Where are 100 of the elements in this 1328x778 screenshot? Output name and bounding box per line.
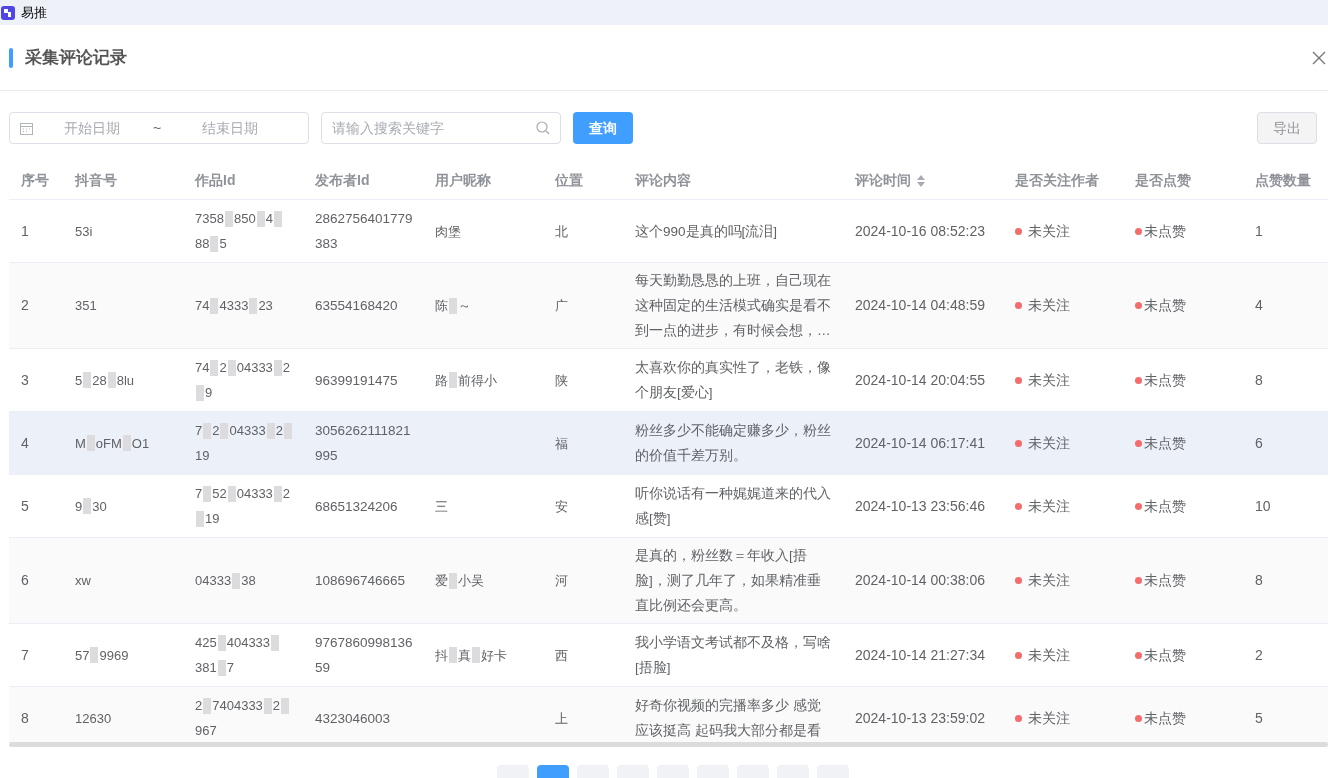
blur-mask — [122, 435, 131, 451]
cell-text: 425 — [195, 634, 217, 652]
table-row[interactable]: 4 M oFM O1 7 2 04333 2 19 3056262111821995 福 粉丝多少不能确定赚多少，粉丝的价值千差万别。 2024-10-14 06:17:41 未关注 未点赞 6 — [9, 412, 1328, 475]
cell-text: 5 — [75, 371, 83, 390]
cell-text: 2 — [275, 422, 283, 440]
blur-mask — [224, 210, 233, 227]
cell-text: 19 — [205, 510, 220, 528]
status-text: 未关注 — [1028, 645, 1070, 665]
column-header: 位置 — [555, 171, 583, 190]
status-text: 未关注 — [1028, 571, 1070, 590]
status-text: 未点赞 — [1144, 433, 1186, 453]
cell-text: 西 — [555, 646, 568, 665]
comment-text: 我小学语文考试都不及格，写啥[捂脸] — [635, 634, 831, 677]
blur-mask — [210, 235, 219, 252]
cell-text: 河 — [555, 572, 568, 590]
blur-mask — [449, 297, 457, 314]
cell-text: 28 — [92, 371, 107, 390]
blur-mask — [196, 384, 204, 401]
cell-text: 4333 — [219, 297, 249, 315]
search-icon — [536, 121, 550, 135]
cell-text: 9 — [205, 384, 213, 402]
table-cell: 5 — [1255, 709, 1263, 726]
table-cell: 2024-10-14 00:38:06 — [855, 572, 985, 588]
blur-mask — [266, 422, 275, 439]
date-range-field[interactable]: 开始日期 ~ 结束日期 — [9, 112, 309, 144]
close-icon[interactable] — [1312, 50, 1326, 65]
range-separator: ~ — [151, 118, 163, 138]
cell-text: 04333 — [229, 422, 266, 440]
blur-mask — [273, 210, 282, 227]
table-cell-text: 976786099813659 — [315, 634, 414, 677]
status-text: 未关注 — [1028, 221, 1070, 241]
table-cell: 8 — [1255, 371, 1263, 388]
blur-mask — [203, 485, 212, 502]
search-input[interactable]: 请输入搜索关键字 — [332, 117, 522, 139]
blur-mask — [86, 435, 95, 451]
status-text: 未点赞 — [1144, 708, 1186, 728]
table-row[interactable]: 6 xw 04333 38 108696746665 爱 小吴 河 是真的，粉丝数＝年收入[捂脸]，测了几年了，如果精准垂直比例还会更高。 2024-10-14 00:38:06 未关注 未点赞 8 — [9, 538, 1328, 624]
cell-text: 74 — [195, 297, 210, 315]
blur-mask — [281, 697, 290, 714]
column-header: 是否关注作者 — [1015, 171, 1099, 190]
blur-mask — [203, 697, 212, 714]
table-cell: 5 — [21, 497, 29, 514]
table-cell: 2 — [1255, 646, 1263, 663]
cell-text: 88 — [195, 235, 210, 253]
table-cell: 1 — [1255, 222, 1263, 239]
comment-text: 每天勤勤恳恳的上班，自己现在这种固定的生活模式确实是看不到一点的进步，有时候会想，… — [635, 272, 831, 340]
cell-text: xw — [75, 572, 91, 590]
sort-icon[interactable] — [917, 174, 925, 187]
comment-text: 是真的，粉丝数＝年收入[捂脸]，测了几年了，如果精准垂直比例还会更高。 — [635, 547, 822, 615]
comment-text: 好奇你视频的完播率多少 感觉应该挺高 起码我大部分都是看 — [635, 697, 822, 740]
cell-text: 12630 — [75, 709, 112, 728]
app-name: 易推 — [21, 3, 47, 22]
cell-text: 前得小 — [458, 371, 497, 390]
status-text: 未关注 — [1028, 708, 1070, 728]
column-header: 作品Id — [195, 171, 236, 190]
cell-text: 陕 — [555, 371, 568, 390]
blur-mask — [220, 422, 229, 439]
cell-text: 967 — [195, 722, 217, 740]
blur-mask — [249, 297, 258, 314]
cell-text: 7404333 — [212, 697, 263, 715]
table-row[interactable]: 2 351 74 4333 23 63554168420 陈 ～ 广 每天勤勤恳恳的上班，自己现在这种固定的生活模式确实是看不到一点的进步，有时候会想，… 2024-10-14 04:48:59 未关注 未点赞 4 — [9, 263, 1328, 349]
status-text: 未点赞 — [1144, 296, 1186, 315]
blur-mask — [217, 659, 226, 676]
cell-text: 850 — [233, 210, 256, 228]
cell-text: 小吴 — [458, 572, 484, 590]
table-cell: 2024-10-14 06:17:41 — [855, 434, 985, 451]
status-text: 未点赞 — [1144, 370, 1186, 390]
status-text: 未关注 — [1028, 433, 1070, 453]
column-header: 抖音号 — [75, 171, 117, 190]
table-cell-text: 96399191475 — [315, 371, 399, 390]
blur-mask — [273, 359, 282, 376]
cell-text: 19 — [195, 447, 210, 465]
search-field[interactable]: 请输入搜索关键字 — [321, 112, 561, 144]
cell-text: 404333 — [226, 634, 271, 652]
cell-text: 三 — [435, 497, 448, 516]
cell-text: 北 — [555, 222, 568, 241]
blur-mask — [263, 697, 272, 714]
cell-text: 7358 — [195, 210, 224, 228]
cell-text: 30 — [92, 497, 107, 516]
cell-text: 7 — [195, 422, 203, 440]
dialog-title: 采集评论记录 — [25, 46, 127, 69]
horizontal-scrollbar[interactable] — [9, 742, 1328, 747]
cell-text: 74 — [195, 359, 210, 377]
title-accent-bar — [9, 47, 13, 68]
cell-text: 5 — [219, 235, 227, 253]
blur-mask — [449, 572, 457, 589]
cell-text: 53i — [75, 222, 93, 241]
cell-text: 抖 — [435, 646, 448, 665]
blur-mask — [210, 359, 219, 376]
cell-text: 52 — [212, 485, 227, 503]
start-date-placeholder: 开始日期 — [63, 118, 121, 138]
comment-text: 粉丝多少不能确定赚多少，粉丝的价值千差万别。 — [635, 422, 831, 465]
table-cell: 1 — [21, 222, 29, 239]
cell-text: 2 — [195, 697, 203, 715]
status-text: 未关注 — [1028, 370, 1070, 390]
status-text: 未点赞 — [1144, 496, 1186, 516]
comment-text: 这个990是真的吗[流泪] — [635, 222, 779, 241]
blur-mask — [472, 647, 480, 663]
cell-text: 23 — [258, 297, 273, 315]
cell-text: M — [75, 434, 86, 453]
